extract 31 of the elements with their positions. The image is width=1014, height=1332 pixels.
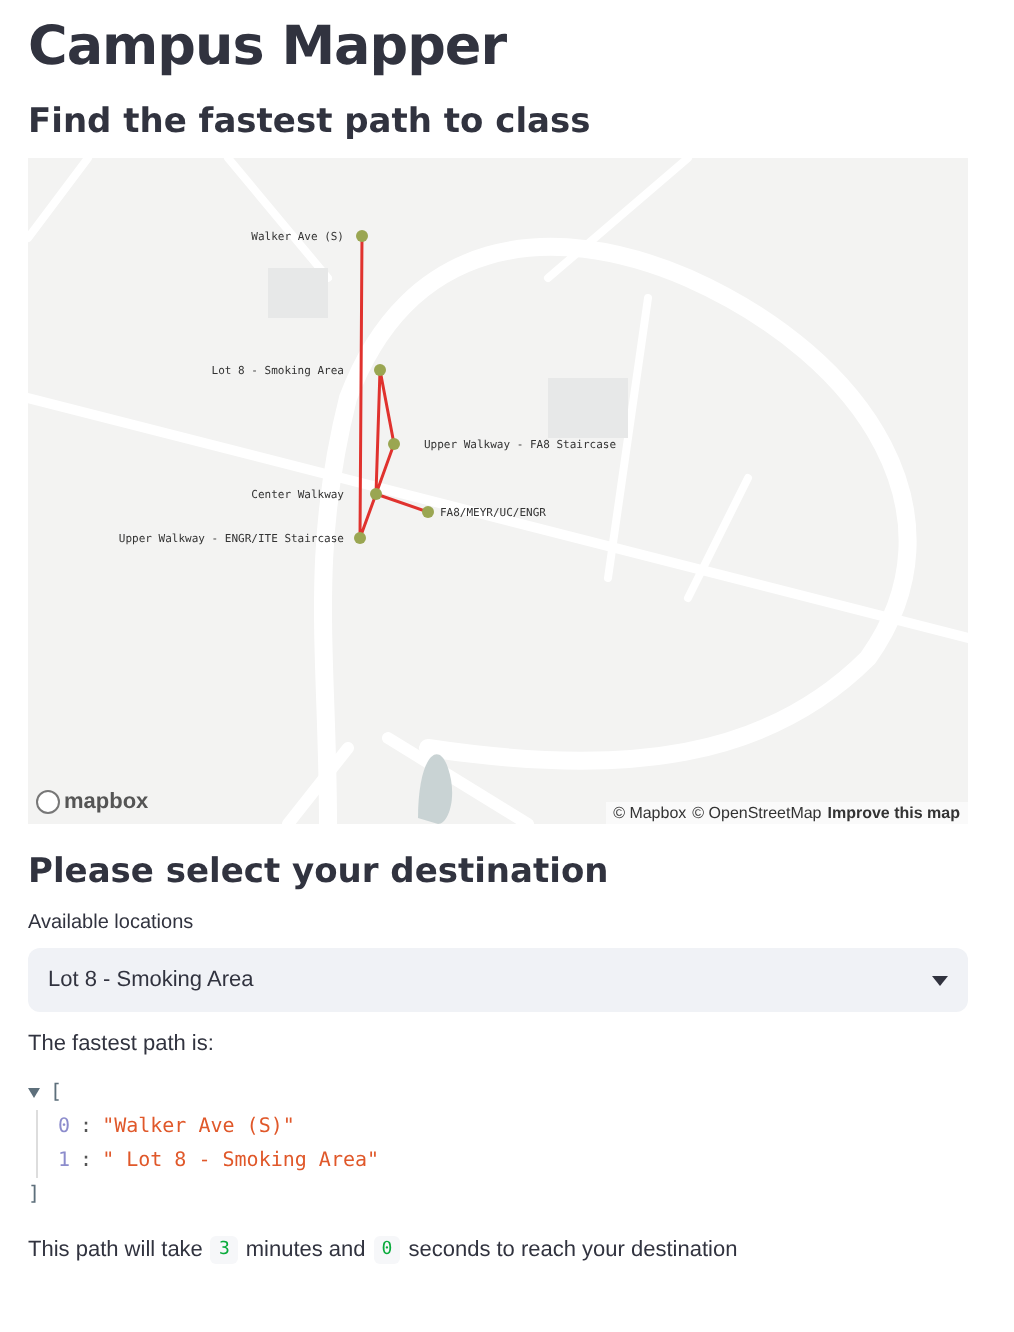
location-select[interactable]: Lot 8 - Smoking Area	[28, 948, 968, 1012]
duration-text: seconds to reach your destination	[408, 1238, 738, 1262]
attribution-link[interactable]: © Mapbox	[613, 804, 687, 822]
map-logo[interactable]: mapbox	[36, 790, 149, 814]
json-string: "Walker Ave (S)"	[102, 1114, 295, 1142]
json-bracket: ]	[28, 1182, 41, 1210]
route-node[interactable]	[422, 506, 434, 518]
duration-text: This path will take	[28, 1238, 203, 1262]
route-node[interactable]	[356, 230, 368, 242]
seconds-value: 0	[373, 1236, 401, 1264]
route-node[interactable]	[370, 488, 382, 500]
route-node[interactable]	[354, 532, 366, 544]
subtitle: Find the fastest path to class	[28, 102, 593, 142]
json-string: " Lot 8 - Smoking Area"	[102, 1148, 380, 1176]
json-colon: :	[80, 1114, 93, 1142]
minutes-value: 3	[210, 1236, 238, 1264]
json-index: 1	[58, 1148, 71, 1176]
collapse-caret-icon[interactable]	[28, 1088, 40, 1098]
section-heading: Please select your destination	[28, 852, 611, 892]
json-bracket: [	[50, 1080, 63, 1108]
route-node[interactable]	[374, 364, 386, 376]
app-title: Campus Mapper	[28, 16, 509, 78]
duration-text: minutes and	[245, 1238, 366, 1262]
json-colon: :	[80, 1148, 93, 1176]
json-index: 0	[58, 1114, 71, 1142]
improve-map-link[interactable]: Improve this map	[827, 804, 960, 822]
route-node[interactable]	[388, 438, 400, 450]
caret-icon	[932, 975, 948, 985]
path-intro: The fastest path is:	[28, 1032, 216, 1056]
attribution-link[interactable]: © OpenStreetMap	[692, 804, 822, 822]
select-label: Available locations	[28, 912, 196, 934]
